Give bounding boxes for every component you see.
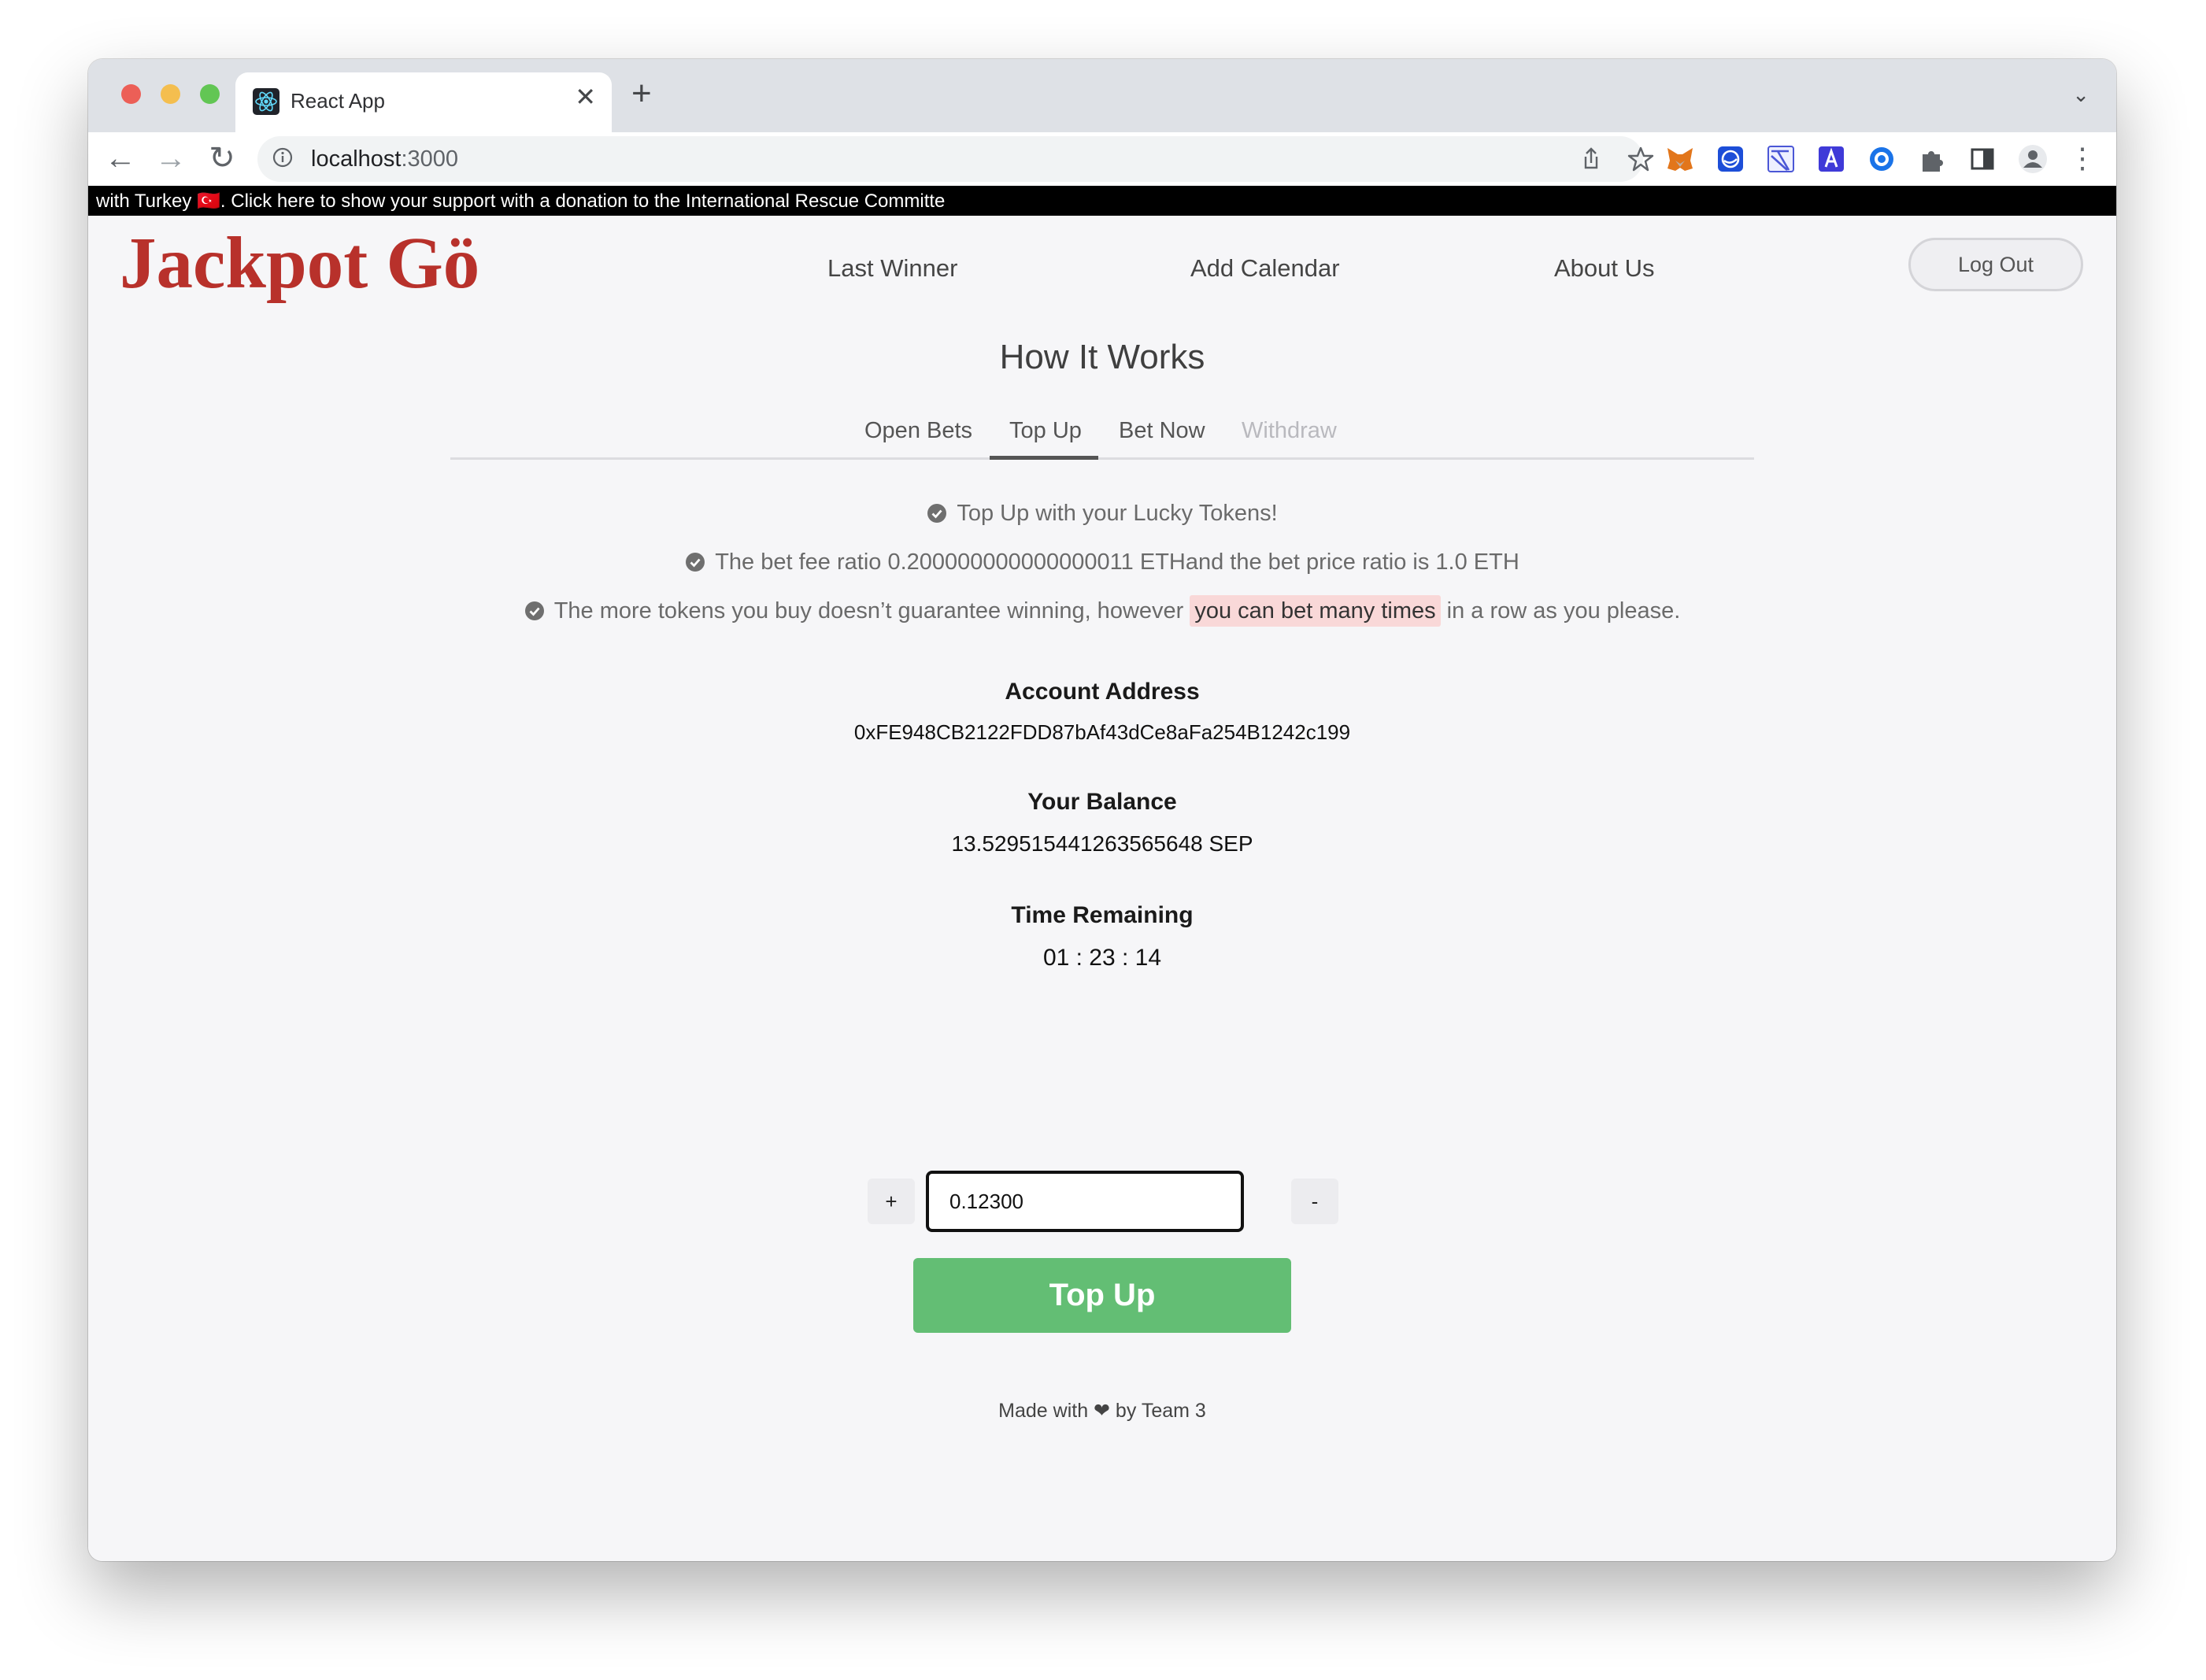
tab-search-icon[interactable]: ⌄ bbox=[2072, 83, 2089, 107]
page-title: How It Works bbox=[999, 338, 1205, 376]
check-circle-icon bbox=[927, 504, 947, 523]
footer-text: Made with ❤ by Team 3 bbox=[998, 1400, 1206, 1422]
bookmark-star-icon[interactable] bbox=[1626, 144, 1656, 174]
extension-sign-icon[interactable] bbox=[1765, 143, 1797, 175]
new-tab-button[interactable]: + bbox=[631, 76, 652, 111]
tab-top-up[interactable]: Top Up bbox=[1009, 418, 1082, 444]
address-bar[interactable]: localhost:3000 bbox=[257, 136, 1654, 182]
decrement-button[interactable]: - bbox=[1291, 1179, 1338, 1224]
tab-withdraw: Withdraw bbox=[1242, 418, 1337, 443]
tab-title: React App bbox=[291, 89, 385, 113]
extension-globe-icon[interactable] bbox=[1715, 143, 1746, 175]
close-window-button[interactable] bbox=[121, 84, 141, 104]
extension-a-icon[interactable] bbox=[1816, 143, 1847, 175]
react-icon bbox=[253, 88, 279, 115]
donation-ticker[interactable]: with Turkey 🇹🇷. Click here to show your … bbox=[88, 186, 2116, 216]
tab-bar: React App ✕ + ⌄ bbox=[88, 59, 2116, 132]
browser-window: React App ✕ + ⌄ ← → ↻ localhost:3000 ⋮ w… bbox=[88, 59, 2116, 1561]
minimize-window-button[interactable] bbox=[161, 84, 180, 104]
feature-highlight: you can bet many times bbox=[1190, 595, 1441, 627]
check-circle-icon bbox=[686, 553, 705, 572]
balance-label: Your Balance bbox=[1027, 789, 1177, 815]
check-circle-icon bbox=[524, 601, 544, 620]
top-up-button[interactable]: Top Up bbox=[913, 1258, 1291, 1333]
close-tab-icon[interactable]: ✕ bbox=[575, 84, 596, 109]
extensions-puzzle-icon[interactable] bbox=[1916, 143, 1948, 175]
metamask-icon[interactable] bbox=[1664, 143, 1696, 175]
ticker-text: with Turkey 🇹🇷. Click here to show your … bbox=[96, 191, 946, 212]
brand-logo[interactable]: Jackpot Gö bbox=[120, 227, 479, 300]
feature-text: Top Up with your Lucky Tokens! bbox=[957, 501, 1278, 526]
account-address-value: 0xFE948CB2122FDD87bAf43dCe8aFa254B1242c1… bbox=[853, 720, 1351, 744]
tabs-divider bbox=[450, 457, 1754, 460]
feature-item: Top Up with your Lucky Tokens! bbox=[88, 501, 2116, 527]
feature-text: in a row as you please. bbox=[1440, 598, 1681, 624]
browser-menu-icon[interactable]: ⋮ bbox=[2063, 139, 2102, 178]
nav-last-winner[interactable]: Last Winner bbox=[827, 254, 957, 283]
active-tab-indicator bbox=[990, 456, 1098, 460]
balance-value: 13.529515441263565648 SEP bbox=[951, 831, 1253, 856]
url-text: localhost:3000 bbox=[311, 146, 458, 172]
extension-circle-icon[interactable] bbox=[1866, 143, 1897, 175]
maximize-window-button[interactable] bbox=[200, 84, 220, 104]
app-page: Jackpot Gö Last Winner Add Calendar Abou… bbox=[88, 216, 2116, 1561]
tab-bet-now[interactable]: Bet Now bbox=[1119, 418, 1205, 444]
logout-button[interactable]: Log Out bbox=[1908, 238, 2083, 291]
account-address-label: Account Address bbox=[1005, 679, 1200, 705]
time-remaining-value: 01 : 23 : 14 bbox=[1042, 945, 1162, 971]
info-icon[interactable] bbox=[272, 146, 294, 168]
back-button[interactable]: ← bbox=[101, 139, 140, 178]
side-panel-icon[interactable] bbox=[1967, 143, 1998, 175]
reload-button[interactable]: ↻ bbox=[202, 139, 242, 178]
feature-text: The more tokens you buy doesn’t guarante… bbox=[553, 598, 1190, 624]
browser-toolbar: ← → ↻ localhost:3000 ⋮ bbox=[88, 132, 2116, 186]
profile-avatar-icon[interactable] bbox=[2017, 143, 2049, 175]
amount-input[interactable] bbox=[926, 1171, 1244, 1232]
feature-item: The more tokens you buy doesn’t guarante… bbox=[88, 595, 2116, 627]
forward-button[interactable]: → bbox=[151, 139, 191, 178]
feature-item: The bet fee ratio 0.200000000000000011 E… bbox=[88, 550, 2116, 575]
browser-tab[interactable]: React App ✕ bbox=[235, 72, 612, 132]
url-port: :3000 bbox=[401, 146, 459, 172]
increment-button[interactable]: + bbox=[868, 1179, 915, 1224]
url-host: localhost bbox=[311, 146, 402, 172]
tab-open-bets[interactable]: Open Bets bbox=[864, 418, 972, 444]
nav-add-calendar[interactable]: Add Calendar bbox=[1190, 254, 1340, 283]
time-remaining-label: Time Remaining bbox=[1011, 902, 1194, 928]
feature-text: The bet fee ratio 0.200000000000000011 E… bbox=[715, 550, 1519, 575]
nav-about-us[interactable]: About Us bbox=[1554, 254, 1655, 283]
share-icon[interactable] bbox=[1576, 144, 1606, 174]
